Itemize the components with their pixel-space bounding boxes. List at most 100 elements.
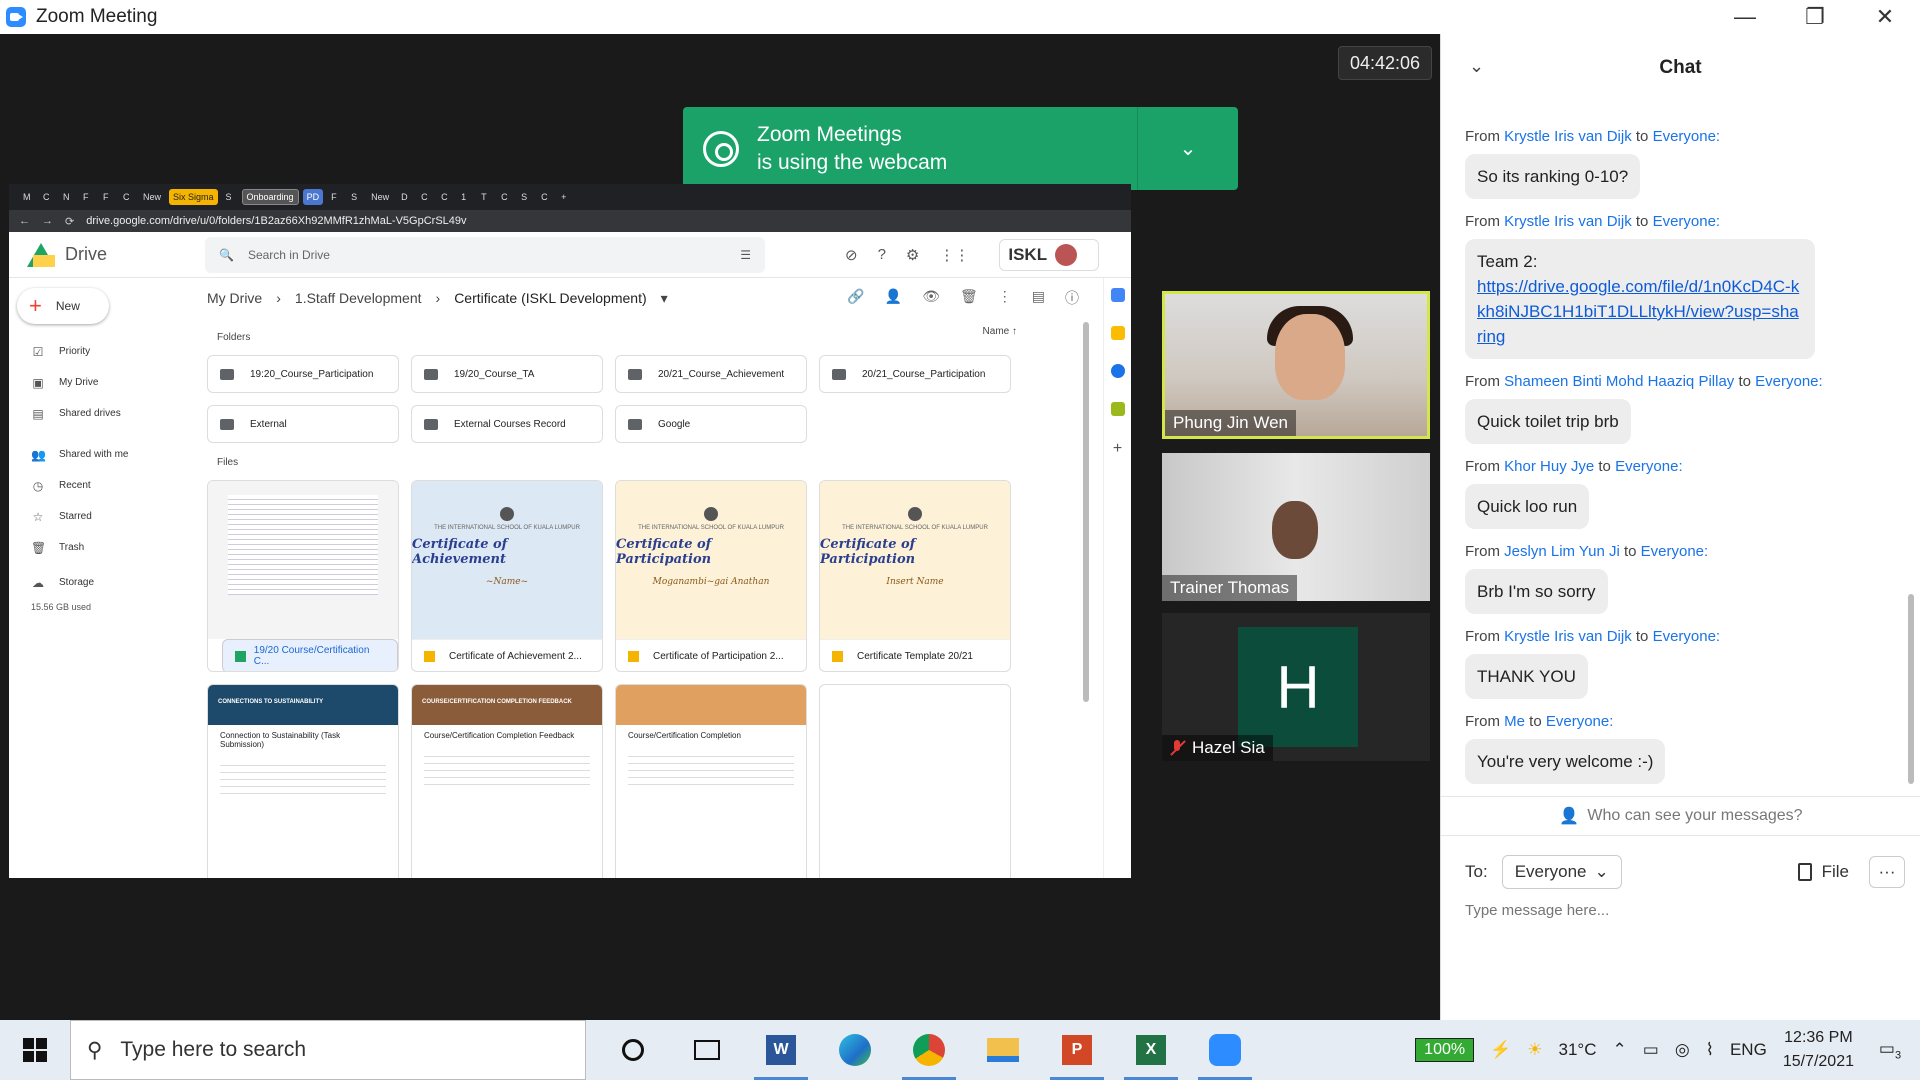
download-icon[interactable] [1110, 402, 1125, 416]
breadcrumb-staff-development[interactable]: 1.Staff Development [295, 290, 422, 306]
recipient-name[interactable]: Everyone: [1653, 628, 1721, 645]
address-bar[interactable]: ← → ⟳ drive.google.com/drive/u/0/folders… [9, 210, 1131, 232]
breadcrumb-my-drive[interactable]: My Drive [207, 290, 262, 306]
browser-tab[interactable]: F [99, 189, 115, 205]
drive-logo-icon[interactable] [27, 242, 55, 267]
task-view-icon[interactable] [670, 1020, 744, 1080]
caret-down-icon[interactable]: ▾ [661, 290, 668, 307]
temperature[interactable]: 31°C [1559, 1040, 1597, 1060]
breadcrumb-current[interactable]: Certificate (ISKL Development) [454, 290, 646, 306]
recipient-name[interactable]: Everyone: [1615, 458, 1683, 475]
list-view-icon[interactable]: ▤ [1032, 288, 1045, 308]
sidebar-item[interactable]: ☑ Priority [9, 336, 199, 367]
file-card[interactable]: THE INTERNATIONAL SCHOOL OF KUALA LUMPUR… [615, 480, 807, 672]
sender-name[interactable]: Jeslyn Lim Yun Ji [1504, 543, 1620, 560]
trash-icon[interactable]: 🗑 [960, 288, 978, 308]
chat-link[interactable]: https://drive.google.com/file/d/1n0KcD4C… [1477, 277, 1799, 346]
chat-scrollbar[interactable] [1908, 594, 1914, 784]
sidebar-item[interactable]: ▤ Shared drives [9, 398, 199, 429]
browser-tab[interactable]: PD [302, 189, 324, 205]
webcam-notification[interactable]: Zoom Meetings is using the webcam ⌄ [683, 107, 1238, 190]
drive-scrollbar[interactable] [1083, 322, 1089, 702]
calendar-icon[interactable] [1110, 288, 1125, 302]
gear-icon[interactable]: ⚙ [906, 246, 919, 264]
tray-expand-icon[interactable]: ⌃ [1613, 1040, 1627, 1060]
participant-tile[interactable]: Trainer Thomas [1162, 453, 1430, 601]
browser-tab[interactable]: Onboarding [241, 189, 299, 205]
forward-icon[interactable]: → [42, 215, 53, 227]
sidebar-item[interactable]: 👥 Shared with me [9, 439, 199, 470]
browser-tab[interactable]: 1 [457, 189, 473, 205]
clock[interactable]: 12:36 PM 15/7/2021 [1783, 1026, 1854, 1074]
sender-name[interactable]: Krystle Iris van Dijk [1504, 628, 1632, 645]
check-icon[interactable]: ⊘ [845, 246, 858, 264]
filter-icon[interactable]: ☰ [740, 248, 751, 262]
file-card[interactable]: 19/20 Course/Certification C... [207, 480, 399, 672]
tasks-icon[interactable] [1110, 364, 1125, 378]
apps-grid-icon[interactable]: ⋮⋮ [939, 246, 969, 264]
chat-bubble[interactable]: You're very welcome :-) [1465, 739, 1666, 784]
recipient-name[interactable]: Everyone: [1641, 543, 1709, 560]
collapse-chevron-icon[interactable]: ⌄ [1469, 56, 1484, 77]
browser-tab[interactable]: C [417, 189, 433, 205]
info-icon[interactable]: ⓘ [1065, 288, 1079, 308]
participant-tile[interactable]: H Hazel Sia [1162, 613, 1430, 761]
folder-item[interactable]: Google [615, 405, 807, 443]
recipient-name[interactable]: Everyone: [1755, 373, 1823, 390]
sidebar-item[interactable]: ◷ Recent [9, 470, 199, 501]
sender-name[interactable]: Krystle Iris van Dijk [1504, 213, 1632, 230]
recipient-select[interactable]: Everyone ⌄ [1501, 855, 1622, 889]
meet-now-icon[interactable]: ◎ [1675, 1040, 1690, 1060]
sidebar-item[interactable]: 🗑 Trash [9, 532, 199, 563]
participant-tile[interactable]: Phung Jin Wen [1162, 291, 1430, 439]
sender-name[interactable]: Me [1504, 713, 1525, 730]
folder-item[interactable]: External Courses Record [411, 405, 603, 443]
preview-icon[interactable]: 👁 [922, 288, 940, 308]
folder-item[interactable]: 20/21_Course_Participation [819, 355, 1011, 393]
reload-icon[interactable]: ⟳ [65, 215, 74, 228]
chevron-down-icon[interactable]: ⌄ [1138, 136, 1238, 161]
cortana-icon[interactable] [596, 1020, 670, 1080]
chat-bubble[interactable]: Team 2: https://drive.google.com/file/d/1… [1465, 239, 1815, 359]
form-card[interactable]: CONNECTIONS TO SUSTAINABILITY Connection … [207, 684, 399, 878]
sidebar-item[interactable]: ▣ My Drive [9, 367, 199, 398]
weather-icon[interactable]: ☀ [1527, 1040, 1542, 1060]
folder-item[interactable]: External [207, 405, 399, 443]
more-icon[interactable]: ⋮ [998, 288, 1012, 308]
chat-bubble[interactable]: Brb I'm so sorry [1465, 569, 1608, 614]
chat-bubble[interactable]: Quick toilet trip brb [1465, 399, 1631, 444]
word-icon[interactable]: W [744, 1020, 818, 1080]
folder-item[interactable]: 19/20_Course_TA [411, 355, 603, 393]
folder-item[interactable]: 20/21_Course_Achievement [615, 355, 807, 393]
account-badge[interactable]: ISKL [999, 238, 1100, 271]
browser-tab[interactable]: D [397, 189, 413, 205]
excel-icon[interactable]: X [1114, 1020, 1188, 1080]
browser-tab[interactable]: C [119, 189, 135, 205]
browser-tab[interactable]: + [557, 189, 573, 205]
notification-center-icon[interactable]: ▭3 [1870, 1039, 1910, 1061]
sidebar-item-storage[interactable]: ☁ Storage [9, 567, 199, 598]
recipient-name[interactable]: Everyone: [1546, 713, 1614, 730]
sidebar-item[interactable]: ☆ Starred [9, 501, 199, 532]
browser-tab[interactable]: Six Sigma [169, 189, 218, 205]
chat-message-input[interactable] [1465, 902, 1885, 919]
sort-by-name[interactable]: Name ↑ [983, 326, 1017, 337]
browser-tab[interactable]: C [497, 189, 513, 205]
chat-bubble[interactable]: So its ranking 0-10? [1465, 154, 1641, 199]
keep-icon[interactable] [1110, 326, 1125, 340]
browser-tab[interactable]: C [537, 189, 553, 205]
chrome-icon[interactable] [892, 1020, 966, 1080]
chat-bubble[interactable]: Quick loo run [1465, 484, 1590, 529]
add-icon[interactable]: + [1113, 440, 1122, 458]
form-card[interactable]: Course/Certification Completion [615, 684, 807, 878]
powerpoint-icon[interactable]: P [1040, 1020, 1114, 1080]
browser-tab[interactable]: C [437, 189, 453, 205]
file-button[interactable]: File [1797, 862, 1849, 882]
start-button[interactable] [0, 1020, 70, 1080]
close-button[interactable]: ✕ [1850, 0, 1920, 34]
battery-percent[interactable]: 100% [1415, 1038, 1475, 1062]
folder-item[interactable]: 19:20_Course_Participation [207, 355, 399, 393]
browser-tab[interactable]: S [517, 189, 533, 205]
form-card[interactable]: COURSE/CERTIFICATION COMPLETION FEEDBACK… [411, 684, 603, 878]
back-icon[interactable]: ← [19, 215, 30, 227]
